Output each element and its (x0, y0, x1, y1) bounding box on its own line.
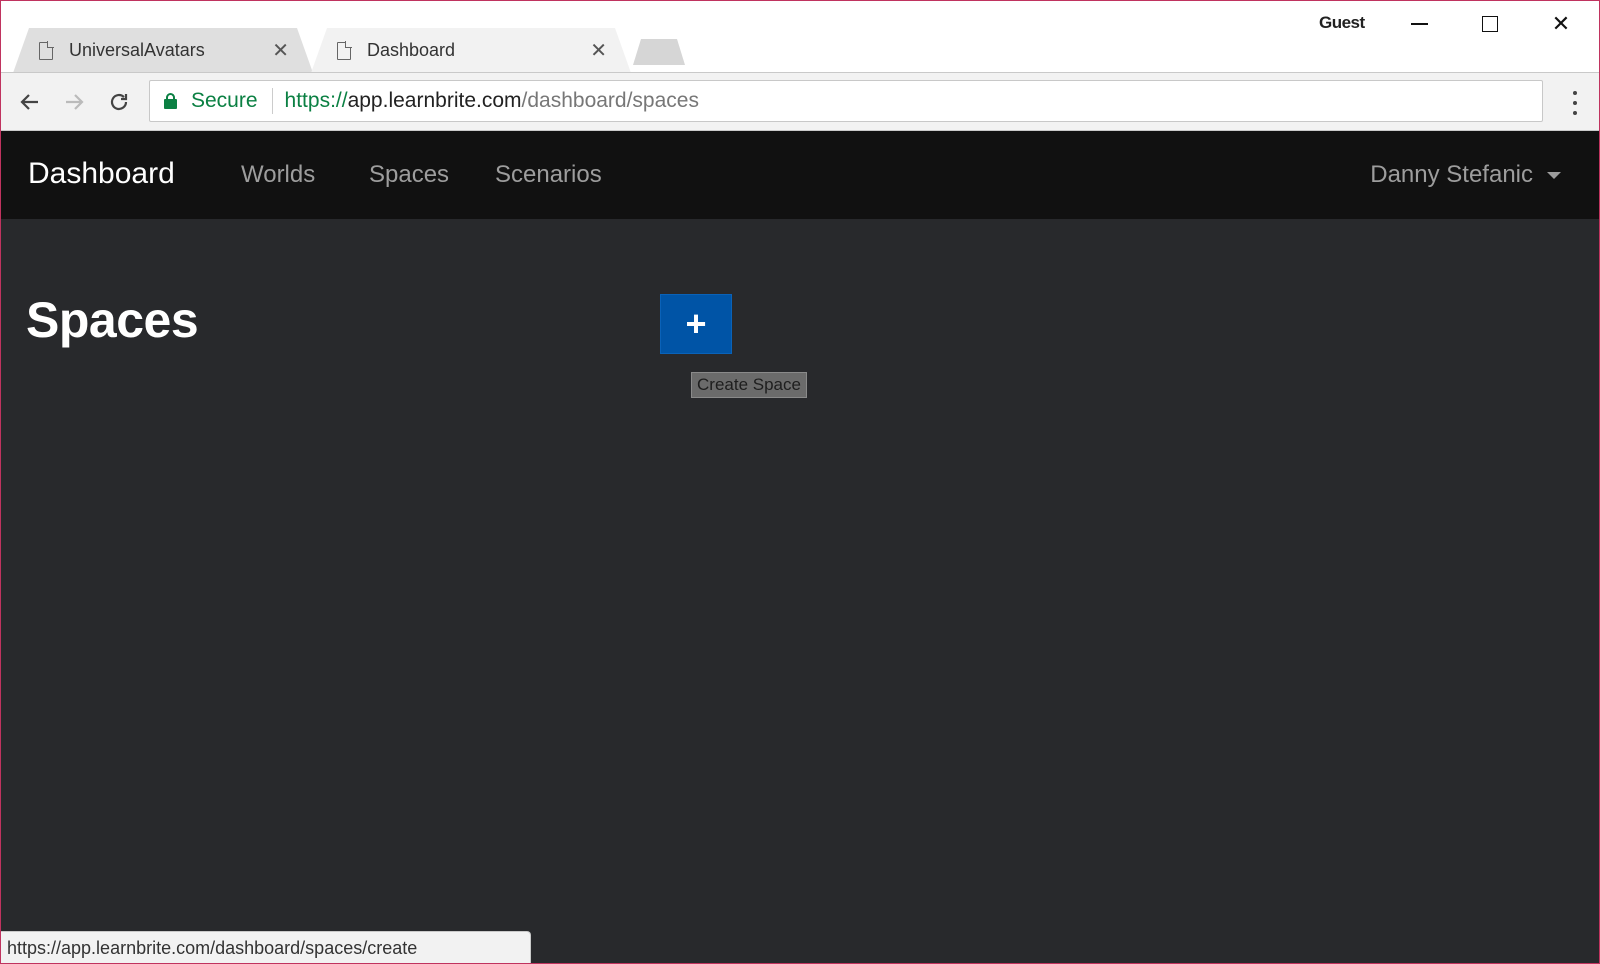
minimize-button[interactable] (1396, 9, 1442, 39)
create-space-button[interactable]: + (660, 294, 732, 354)
lock-icon (164, 93, 177, 109)
arrow-left-icon (20, 94, 38, 110)
brand-link[interactable]: Dashboard (28, 157, 175, 191)
reload-button[interactable] (102, 85, 136, 119)
page-content: Dashboard Worlds Spaces Scenarios Danny … (1, 131, 1599, 963)
user-name: Danny Stefanic (1370, 161, 1533, 188)
page-icon (39, 41, 54, 60)
nav-scenarios[interactable]: Scenarios (495, 161, 602, 189)
page-title: Spaces (26, 292, 199, 348)
caret-down-icon (1547, 171, 1561, 179)
security-label: Secure (191, 89, 258, 112)
url-path: /dashboard/spaces (521, 89, 699, 112)
tab-universalavatars[interactable]: UniversalAvatars ✕ (13, 28, 313, 73)
reload-icon (110, 93, 128, 111)
tab-strip: UniversalAvatars ✕ Dashboard ✕ Guest ✕ (1, 1, 1599, 73)
tab-dashboard[interactable]: Dashboard ✕ (311, 28, 631, 73)
window-close-button[interactable]: ✕ (1538, 9, 1584, 39)
profile-label[interactable]: Guest (1319, 13, 1365, 33)
maximize-icon (1482, 16, 1498, 32)
nav-worlds[interactable]: Worlds (241, 161, 315, 189)
user-menu[interactable]: Danny Stefanic (1370, 161, 1561, 189)
omnibox-divider (271, 88, 273, 114)
status-bar-url: https://app.learnbrite.com/dashboard/spa… (1, 931, 531, 963)
url-host: app.learnbrite.com (347, 89, 522, 112)
tab-title: Dashboard (367, 40, 456, 60)
plus-icon: + (685, 303, 707, 344)
page-icon (337, 41, 352, 60)
browser-toolbar: Secure https:// app.learnbrite.com /dash… (1, 72, 1599, 131)
arrow-right-icon (66, 94, 84, 110)
tab-title: UniversalAvatars (69, 40, 205, 60)
create-space-tooltip: Create Space (691, 372, 807, 398)
app-navbar: Dashboard Worlds Spaces Scenarios Danny … (1, 131, 1599, 219)
close-icon[interactable]: ✕ (272, 41, 289, 61)
close-icon: ✕ (1551, 11, 1571, 36)
browser-window: UniversalAvatars ✕ Dashboard ✕ Guest ✕ S… (0, 0, 1600, 964)
forward-button[interactable] (57, 85, 91, 119)
close-icon[interactable]: ✕ (590, 41, 607, 61)
url-scheme: https:// (284, 89, 348, 112)
address-bar[interactable]: Secure https:// app.learnbrite.com /dash… (149, 80, 1543, 122)
minimize-icon (1410, 23, 1428, 25)
maximize-button[interactable] (1467, 9, 1513, 39)
back-button[interactable] (13, 85, 47, 119)
browser-menu-icon[interactable] (1563, 89, 1587, 117)
nav-spaces[interactable]: Spaces (369, 161, 449, 189)
new-tab-button[interactable] (633, 39, 685, 65)
